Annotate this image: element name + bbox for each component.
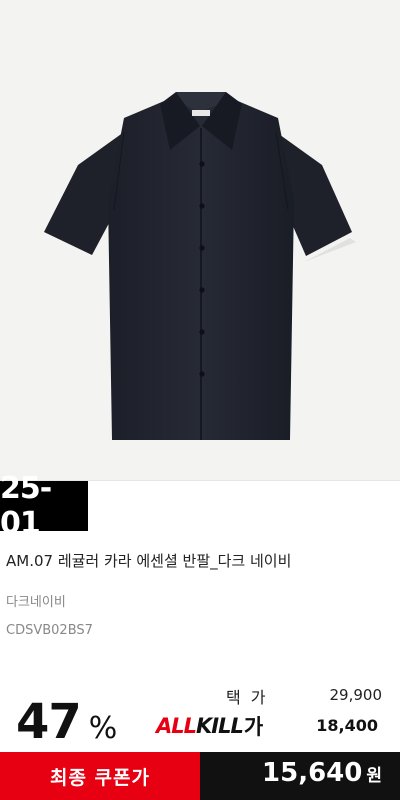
product-sku: CDSVB02BS7 (6, 623, 93, 638)
product-color-name: 다크네이비 (6, 595, 66, 610)
discount-number: 47 (16, 694, 82, 750)
allkill-price-value: 18,400 (316, 716, 378, 735)
shirt-illustration (44, 92, 356, 440)
final-price-box[interactable]: 15,640 원 (200, 752, 400, 800)
final-price-value: 15,640 (262, 758, 363, 788)
discount-rate: 47 % (16, 694, 117, 750)
product-title[interactable]: AM.07 레귤러 카라 에센셜 반팔_다크 네이비 (6, 550, 396, 571)
tag-price-value: 29,900 (329, 686, 383, 704)
allkill-logo-ga: 가 (243, 715, 263, 739)
collection-code-badge: 25-01 (0, 471, 88, 541)
tag-price-label: 택가 (226, 688, 276, 707)
allkill-logo-kill: KILL (196, 714, 244, 738)
allkill-logo-all: ALL (156, 714, 197, 738)
product-image[interactable] (0, 0, 400, 480)
final-coupon-label[interactable]: 최종 쿠폰가 (0, 752, 200, 800)
allkill-price-logo: ALL KILL 가 (156, 713, 263, 739)
final-price-unit: 원 (366, 766, 382, 786)
percent-sign: % (88, 711, 118, 746)
final-coupon-price-bar[interactable]: 최종 쿠폰가 15,640 원 (0, 752, 400, 800)
